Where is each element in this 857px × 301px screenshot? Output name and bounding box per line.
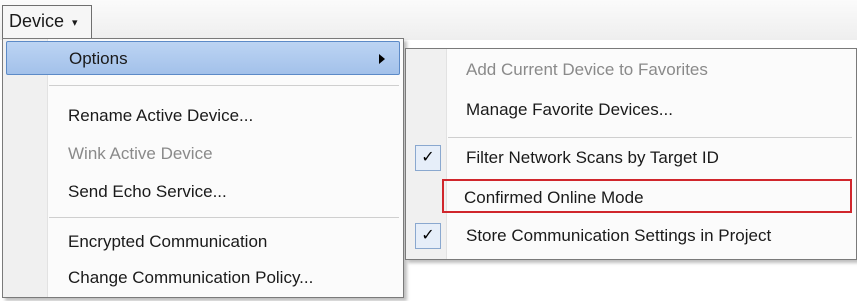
menu-item-manage-favorite-devices[interactable]: Manage Favorite Devices... xyxy=(409,93,853,127)
chevron-down-icon: ▾ xyxy=(72,17,78,29)
menu-item-filter-network-scans-by-target-id[interactable]: ✓ Filter Network Scans by Target ID xyxy=(409,141,853,175)
menu-item-encrypted-communication[interactable]: Encrypted Communication xyxy=(6,225,400,259)
checkmark-icon: ✓ xyxy=(415,223,441,249)
menu-item-label: Encrypted Communication xyxy=(68,232,268,251)
menu-item-wink-active-device: Wink Active Device xyxy=(6,137,400,171)
options-submenu: Add Current Device to Favorites Manage F… xyxy=(405,48,857,260)
menu-separator xyxy=(448,137,852,138)
device-dropdown-menu: Options Rename Active Device... Wink Act… xyxy=(2,38,404,298)
menu-separator xyxy=(49,85,399,86)
menu-item-send-echo-service[interactable]: Send Echo Service... xyxy=(6,175,400,209)
menu-item-store-communication-settings-in-project[interactable]: ✓ Store Communication Settings in Projec… xyxy=(409,219,853,253)
menu-item-confirmed-online-mode[interactable]: Confirmed Online Mode xyxy=(442,179,852,213)
menu-item-rename-active-device[interactable]: Rename Active Device... xyxy=(6,99,400,133)
menu-item-options[interactable]: Options xyxy=(6,41,400,75)
menu-item-label: Manage Favorite Devices... xyxy=(466,100,673,119)
menu-separator xyxy=(49,217,399,218)
menu-item-label: Options xyxy=(69,49,128,68)
device-menu-label: Device xyxy=(9,11,65,31)
menu-item-label: Filter Network Scans by Target ID xyxy=(466,148,719,167)
menu-item-change-communication-policy[interactable]: Change Communication Policy... xyxy=(6,261,400,295)
menu-item-label: Change Communication Policy... xyxy=(68,268,314,287)
menu-item-add-current-device-to-favorites: Add Current Device to Favorites xyxy=(409,53,853,87)
menu-item-label: Send Echo Service... xyxy=(68,182,227,201)
menu-item-label: Wink Active Device xyxy=(68,144,213,163)
menu-item-label: Store Communication Settings in Project xyxy=(466,226,772,245)
menu-item-label: Rename Active Device... xyxy=(68,106,254,125)
menubar: Device ▾ xyxy=(0,0,857,40)
submenu-arrow-icon xyxy=(379,54,385,64)
device-menu-button[interactable]: Device ▾ xyxy=(2,5,92,38)
menu-item-label: Add Current Device to Favorites xyxy=(466,60,708,79)
checkmark-icon: ✓ xyxy=(415,145,441,171)
menu-item-label: Confirmed Online Mode xyxy=(464,188,644,207)
